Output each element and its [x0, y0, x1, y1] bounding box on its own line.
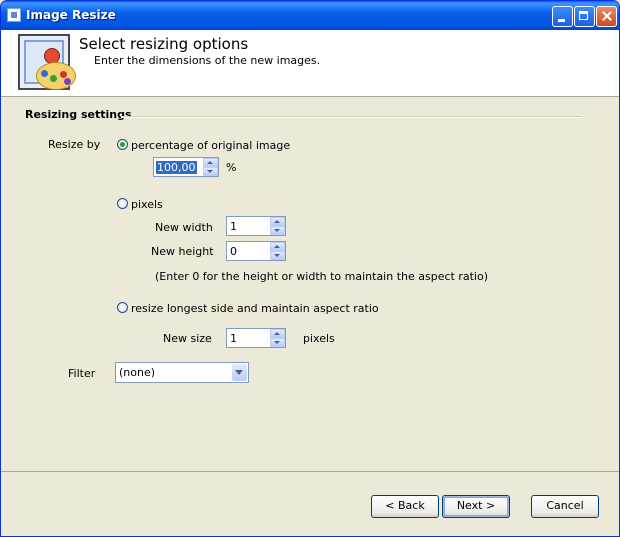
spin-up-arrow-icon[interactable]: [270, 242, 285, 251]
longest-side-radio-label[interactable]: resize longest side and maintain aspect …: [131, 302, 379, 315]
new-size-value[interactable]: 1: [230, 332, 237, 345]
image-resize-window: Image Resize Select resizing options Ent…: [0, 0, 620, 537]
group-divider: [121, 116, 581, 118]
spin-down-arrow-icon[interactable]: [270, 226, 285, 235]
longest-side-radio[interactable]: [117, 302, 128, 313]
back-button[interactable]: < Back: [371, 495, 439, 518]
spin-up-arrow-icon[interactable]: [203, 158, 218, 167]
aspect-ratio-hint: (Enter 0 for the height or width to main…: [155, 270, 488, 283]
next-button[interactable]: Next >: [442, 495, 510, 518]
app-icon[interactable]: [7, 8, 21, 22]
maximize-button[interactable]: [574, 6, 595, 27]
pixels-unit-label: pixels: [303, 332, 335, 345]
new-height-spinner[interactable]: 0: [226, 241, 286, 261]
spin-up-arrow-icon[interactable]: [270, 217, 285, 226]
group-title: Resizing settings: [25, 108, 132, 121]
page-subtitle: Enter the dimensions of the new images.: [94, 54, 321, 67]
percentage-radio[interactable]: [117, 139, 128, 150]
filter-value[interactable]: (none): [119, 366, 155, 379]
new-width-label: New width: [155, 221, 213, 234]
spin-down-arrow-icon[interactable]: [203, 167, 218, 176]
filter-label: Filter: [68, 367, 96, 380]
window-title: Image Resize: [26, 8, 116, 22]
percentage-spinner[interactable]: 100,00: [153, 157, 219, 177]
spin-down-arrow-icon[interactable]: [270, 338, 285, 347]
resize-by-label: Resize by: [48, 138, 101, 151]
percentage-radio-label[interactable]: percentage of original image: [131, 139, 290, 152]
footer-divider: [1, 471, 619, 472]
close-button[interactable]: [596, 6, 617, 27]
title-bar[interactable]: Image Resize: [1, 1, 619, 30]
new-width-spinner[interactable]: 1: [226, 216, 286, 236]
new-size-label: New size: [163, 332, 212, 345]
new-size-spinner[interactable]: 1: [226, 328, 286, 348]
pixels-radio-label[interactable]: pixels: [131, 198, 163, 211]
pixels-radio[interactable]: [117, 198, 128, 209]
percentage-value[interactable]: 100,00: [156, 161, 197, 174]
new-height-value[interactable]: 0: [230, 245, 237, 258]
paint-palette-image-icon: [18, 34, 76, 90]
new-width-value[interactable]: 1: [230, 220, 237, 233]
minimize-button[interactable]: [552, 6, 573, 27]
percent-unit-label: %: [226, 161, 237, 174]
chevron-down-icon[interactable]: [232, 364, 247, 381]
spin-down-arrow-icon[interactable]: [270, 251, 285, 260]
page-title: Select resizing options: [79, 35, 249, 53]
wizard-header: Select resizing options Enter the dimens…: [1, 30, 619, 97]
cancel-button[interactable]: Cancel: [531, 495, 599, 518]
spin-up-arrow-icon[interactable]: [270, 329, 285, 338]
new-height-label: New height: [151, 245, 214, 258]
filter-dropdown[interactable]: (none): [115, 362, 249, 383]
